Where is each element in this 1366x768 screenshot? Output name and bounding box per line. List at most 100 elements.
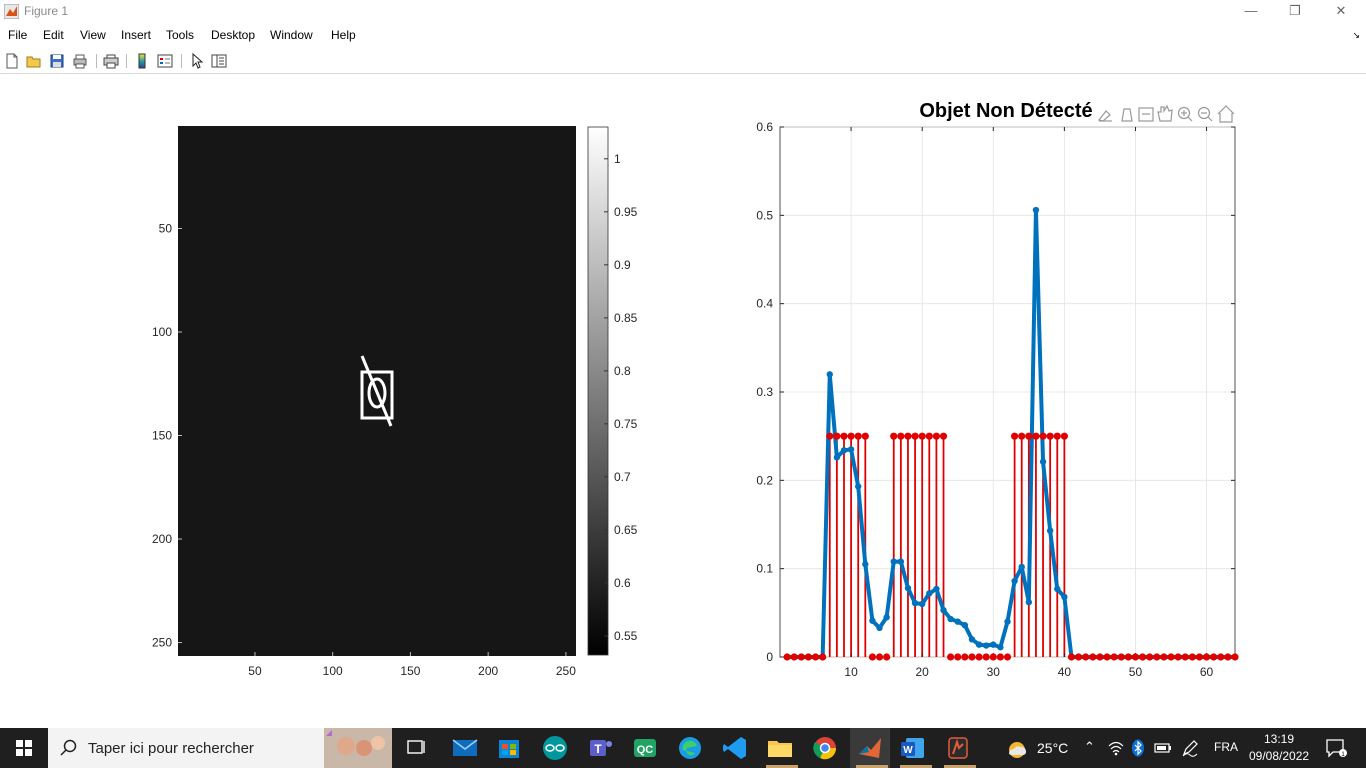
- pan-icon[interactable]: [1157, 104, 1173, 122]
- weather-temperature[interactable]: 25°C: [1037, 740, 1068, 756]
- brush-icon[interactable]: [1097, 110, 1112, 122]
- teams-icon[interactable]: T: [585, 734, 615, 762]
- colorbar-tick-label: 0.85: [614, 311, 638, 325]
- line-marker: [961, 622, 969, 629]
- line-marker: [1004, 618, 1011, 625]
- qc-icon[interactable]: QC: [630, 734, 660, 762]
- maximize-button[interactable]: ❐: [1272, 0, 1318, 24]
- wifi-icon[interactable]: [1108, 740, 1124, 756]
- image-x-tick-label: 50: [248, 664, 262, 678]
- close-button[interactable]: ✕: [1318, 0, 1364, 24]
- menu-tools[interactable]: Tools: [166, 28, 194, 42]
- colorbar-tick-label: 0.75: [614, 417, 638, 431]
- line-marker: [847, 446, 855, 453]
- title-bar: Figure 1 — ❐ ✕: [0, 0, 1366, 24]
- image-x-tick-label: 150: [400, 664, 420, 678]
- line-marker: [933, 585, 940, 593]
- zoom-out-icon[interactable]: [1197, 106, 1213, 122]
- menu-view[interactable]: View: [80, 28, 106, 42]
- stem-marker: [883, 653, 891, 661]
- print-preview-icon[interactable]: [102, 52, 120, 70]
- stem-marker: [861, 432, 869, 440]
- line-marker: [982, 642, 990, 649]
- dock-arrow-icon[interactable]: ↘: [1352, 30, 1360, 41]
- line-marker: [1032, 206, 1040, 214]
- word-icon[interactable]: W: [898, 734, 928, 762]
- line-marker: [968, 636, 976, 643]
- window-title: Figure 1: [24, 4, 69, 18]
- open-file-icon[interactable]: [25, 52, 43, 70]
- language-indicator[interactable]: FRA: [1214, 740, 1238, 754]
- menu-bar: File Edit View Insert Tools Desktop Wind…: [0, 26, 1366, 46]
- chrome-icon[interactable]: [810, 734, 840, 762]
- edit-plot-icon[interactable]: [187, 52, 205, 70]
- windows-start-icon[interactable]: [0, 728, 48, 768]
- plot-axes[interactable]: 10 20 30 40 50 60 0 0.1 0.2 0.3 0.4 0.5 0.6 Objet N…: [756, 100, 1239, 679]
- stem-marker: [1167, 653, 1175, 661]
- line-marker: [855, 483, 862, 490]
- colorbar[interactable]: 1 0.95 0.9 0.85 0.8 0.75 0.7 0.65 0.6 0.55: [587, 126, 638, 656]
- line-marker: [1011, 577, 1018, 585]
- pen-icon[interactable]: [1181, 739, 1199, 757]
- save-figure-icon[interactable]: [48, 52, 66, 70]
- battery-icon[interactable]: [1154, 741, 1172, 755]
- weather-icon[interactable]: [1005, 738, 1029, 758]
- plot-y-tick-label: 0.4: [756, 297, 773, 311]
- image-axes[interactable]: 50 100 150 200 250 50 100 150 200 250: [152, 126, 576, 678]
- colorbar-gradient[interactable]: [587, 126, 609, 656]
- taskbar-search[interactable]: Taper ici pour rechercher: [48, 728, 392, 768]
- matlab-icon[interactable]: [855, 734, 885, 762]
- image-y-ticks: 50 100 150 200 250: [152, 221, 182, 650]
- plot-x-tick-label: 20: [916, 665, 930, 679]
- property-inspector-icon[interactable]: [210, 52, 228, 70]
- minimize-button[interactable]: —: [1228, 0, 1274, 24]
- line-marker: [883, 614, 890, 621]
- arduino-icon[interactable]: [540, 734, 570, 762]
- chevron-up-icon[interactable]: ⌃: [1084, 739, 1095, 755]
- toolbar-separator: [181, 54, 182, 68]
- svg-text:T: T: [594, 742, 602, 756]
- menu-window[interactable]: Window: [270, 28, 313, 42]
- stem-marker: [1138, 653, 1147, 661]
- insert-colorbar-icon[interactable]: [133, 52, 151, 70]
- menu-edit[interactable]: Edit: [43, 28, 64, 42]
- stem-marker: [1039, 432, 1047, 440]
- clock-date[interactable]: 09/08/2022: [1249, 749, 1309, 763]
- line-marker: [890, 558, 897, 565]
- menu-file[interactable]: File: [8, 28, 27, 42]
- stem-marker: [847, 432, 855, 440]
- vscode-icon[interactable]: [720, 734, 750, 762]
- data-tips-icon[interactable]: [1121, 108, 1133, 122]
- stem-marker: [1053, 432, 1061, 440]
- new-figure-icon[interactable]: [3, 52, 21, 70]
- stem-marker: [925, 432, 933, 440]
- store-icon[interactable]: [494, 734, 524, 762]
- print-figure-icon[interactable]: [71, 52, 89, 70]
- mail-icon[interactable]: [450, 734, 480, 762]
- export-icon[interactable]: [1138, 107, 1154, 122]
- menu-help[interactable]: Help: [331, 28, 356, 42]
- menu-desktop[interactable]: Desktop: [211, 28, 255, 42]
- task-view-icon[interactable]: [402, 734, 432, 762]
- insert-legend-icon[interactable]: [156, 52, 174, 70]
- stem-marker: [1003, 653, 1012, 661]
- menu-insert[interactable]: Insert: [121, 28, 151, 42]
- app-icon[interactable]: [943, 734, 973, 762]
- zoom-in-icon[interactable]: [1177, 106, 1193, 122]
- line-marker: [975, 641, 983, 648]
- home-icon[interactable]: [1217, 105, 1235, 123]
- edge-icon[interactable]: [675, 734, 705, 762]
- line-marker: [833, 454, 841, 461]
- line-marker: [897, 558, 905, 565]
- clock-time[interactable]: 13:19: [1264, 732, 1294, 746]
- explorer-icon[interactable]: [765, 734, 795, 762]
- stem-marker: [1032, 432, 1040, 440]
- bluetooth-icon[interactable]: [1131, 739, 1145, 757]
- matlab-figure-icon: [4, 4, 19, 19]
- line-marker: [990, 641, 997, 648]
- stem-marker: [1025, 432, 1033, 440]
- stem-marker: [1181, 653, 1189, 661]
- notification-icon[interactable]: 1: [1325, 738, 1347, 758]
- stem-marker: [875, 653, 884, 661]
- stem-marker: [1011, 432, 1019, 440]
